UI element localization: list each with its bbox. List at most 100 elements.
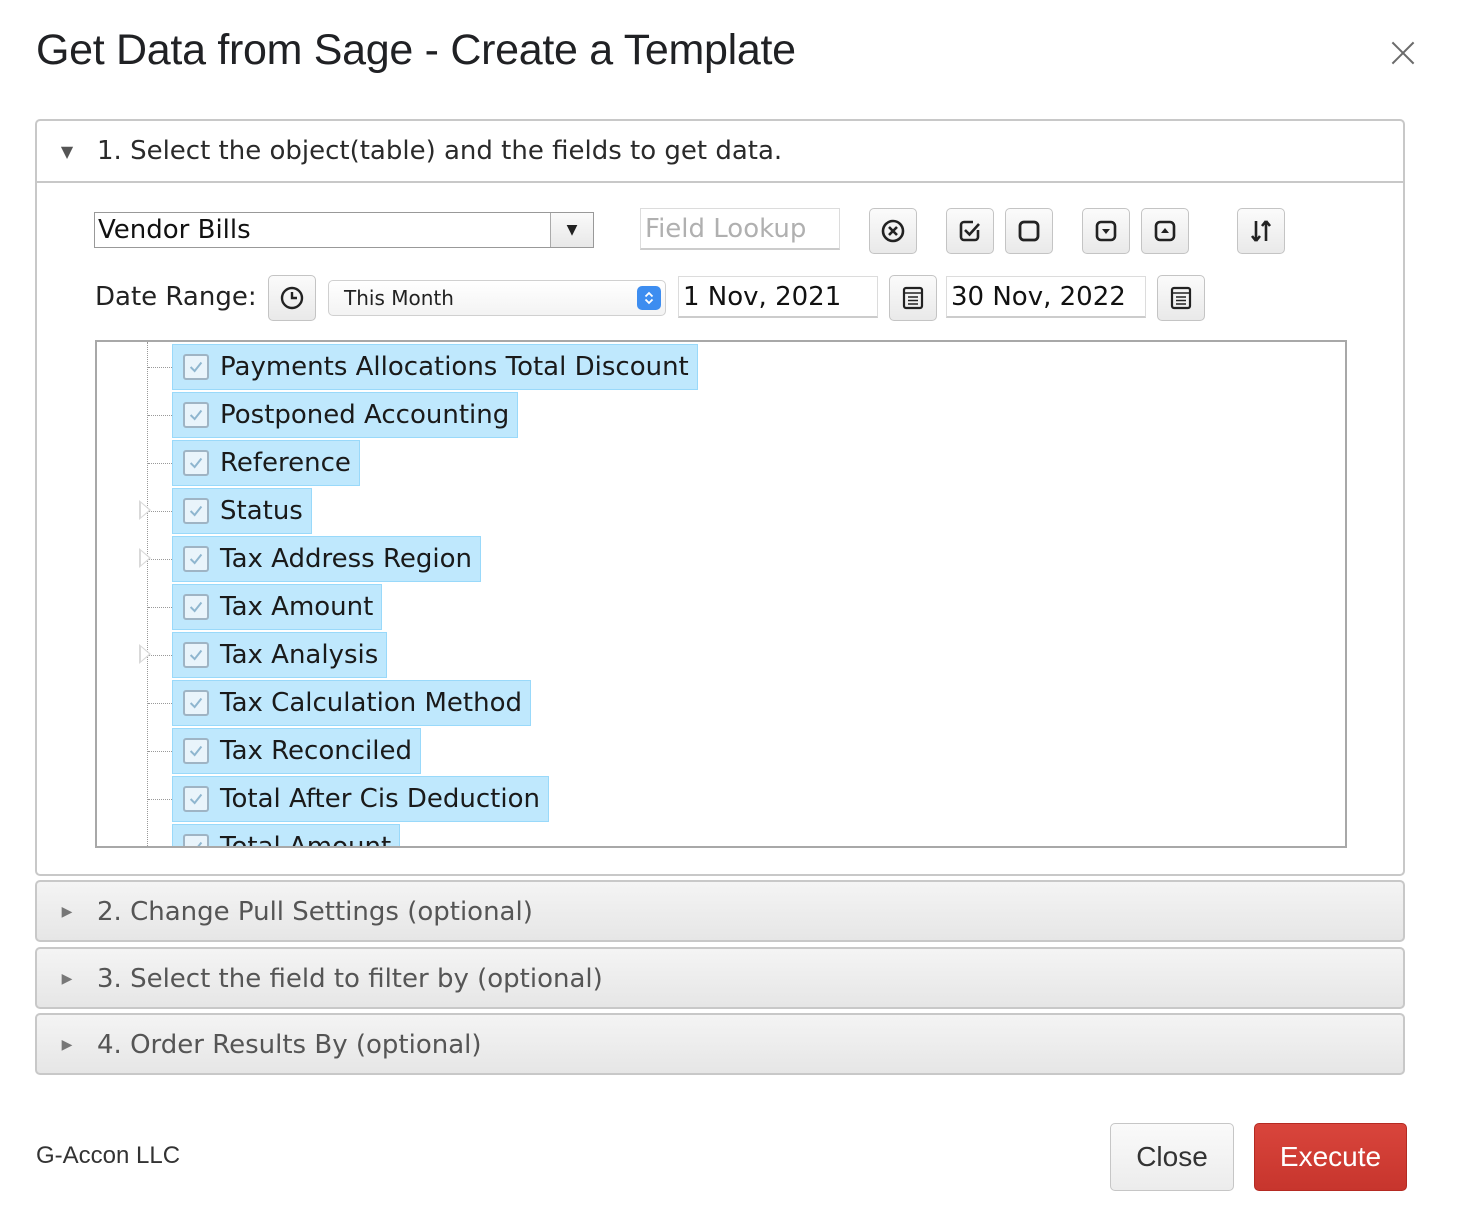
tree-node[interactable]: Total After Cis Deduction <box>97 774 1345 822</box>
checkbox-checked-icon[interactable] <box>183 354 209 380</box>
checkbox-checked-icon[interactable] <box>183 642 209 668</box>
checkbox-checked-icon[interactable] <box>183 786 209 812</box>
tree-connector <box>148 703 172 704</box>
tree-connector <box>148 511 172 512</box>
field-label: Tax Address Region <box>220 544 472 574</box>
select-stepper-icon <box>637 286 661 310</box>
section-4-title: 4. Order Results By (optional) <box>97 1030 482 1060</box>
checkbox-checked-icon[interactable] <box>183 690 209 716</box>
field-item[interactable]: Tax Analysis <box>172 632 388 678</box>
tree-node[interactable]: Status <box>97 486 1345 534</box>
expand-all-button[interactable] <box>1082 208 1130 254</box>
date-from-field[interactable]: 1 Nov, 2021 <box>678 276 878 318</box>
field-item[interactable]: Payments Allocations Total Discount <box>172 344 698 390</box>
close-icon[interactable] <box>1386 36 1420 70</box>
caret-down-icon: ▼ <box>60 141 74 161</box>
field-label: Tax Analysis <box>220 640 379 670</box>
date-to-field[interactable]: 30 Nov, 2022 <box>946 276 1146 318</box>
field-label: Postponed Accounting <box>220 400 510 430</box>
field-label: Tax Amount <box>220 592 374 622</box>
tree-connector <box>148 607 172 608</box>
field-label: Total After Cis Deduction <box>220 784 540 814</box>
object-select[interactable]: Vendor Bills ▼ <box>94 212 594 248</box>
checkbox-checked-icon[interactable] <box>183 834 209 846</box>
clear-icon <box>881 219 905 243</box>
expand-arrow-icon[interactable] <box>139 500 151 520</box>
expand-arrow-icon[interactable] <box>139 548 151 568</box>
field-item[interactable]: Status <box>172 488 312 534</box>
collapse-all-button[interactable] <box>1141 208 1189 254</box>
close-button[interactable]: Close <box>1110 1123 1234 1191</box>
tree-connector <box>148 463 172 464</box>
checkbox-checked-icon[interactable] <box>183 738 209 764</box>
execute-button[interactable]: Execute <box>1254 1123 1407 1191</box>
sort-icon <box>1250 220 1272 242</box>
checkbox-checked-icon[interactable] <box>183 546 209 572</box>
section-1-header[interactable]: ▼ 1. Select the object(table) and the fi… <box>37 121 1403 183</box>
field-item[interactable]: Tax Reconciled <box>172 728 421 774</box>
checkbox-checked-icon[interactable] <box>183 450 209 476</box>
section-1-title: 1. Select the object(table) and the fiel… <box>97 136 783 166</box>
date-preset-button[interactable] <box>268 275 316 321</box>
tree-node[interactable]: Tax Amount <box>97 582 1345 630</box>
check-all-icon <box>959 220 980 242</box>
field-label: Tax Reconciled <box>220 736 412 766</box>
tree-connector <box>148 847 172 848</box>
field-label: Total Amount <box>220 832 392 848</box>
object-select-value: Vendor Bills <box>98 215 251 245</box>
field-label: Status <box>220 496 303 526</box>
uncheck-all-button[interactable] <box>1005 208 1053 254</box>
caret-right-icon: ▶ <box>61 904 73 920</box>
tree-node[interactable]: Tax Analysis <box>97 630 1345 678</box>
section-3-title: 3. Select the field to filter by (option… <box>97 964 603 994</box>
tree-connector <box>148 799 172 800</box>
field-item[interactable]: Reference <box>172 440 360 486</box>
chevron-down-icon[interactable]: ▼ <box>550 213 593 247</box>
checkbox-checked-icon[interactable] <box>183 594 209 620</box>
field-item[interactable]: Tax Address Region <box>172 536 481 582</box>
fields-tree[interactable]: Payments Allocations Total Discount Postp… <box>95 340 1347 848</box>
caret-right-icon: ▶ <box>61 971 73 987</box>
date-from-calendar-button[interactable] <box>889 275 937 321</box>
uncheck-all-icon <box>1018 220 1040 242</box>
tree-connector <box>148 367 172 368</box>
collapse-all-icon <box>1154 220 1176 242</box>
field-label: Payments Allocations Total Discount <box>220 352 689 382</box>
tree-node[interactable]: Postponed Accounting <box>97 390 1345 438</box>
tree-node[interactable]: Tax Address Region <box>97 534 1345 582</box>
tree-connector <box>148 655 172 656</box>
tree-connector <box>148 559 172 560</box>
clock-icon <box>280 286 304 310</box>
tree-node[interactable]: Tax Reconciled <box>97 726 1345 774</box>
company-name: G-Accon LLC <box>36 1142 181 1169</box>
tree-node[interactable]: Payments Allocations Total Discount <box>97 342 1345 390</box>
field-item[interactable]: Tax Amount <box>172 584 383 630</box>
clear-selection-button[interactable] <box>869 208 917 254</box>
field-item[interactable]: Tax Calculation Method <box>172 680 531 726</box>
field-lookup-input[interactable] <box>640 208 840 250</box>
section-order-results[interactable]: ▶ 4. Order Results By (optional) <box>35 1013 1405 1075</box>
date-range-select[interactable]: This Month <box>328 280 666 316</box>
calendar-icon <box>902 286 924 310</box>
date-range-value: This Month <box>344 286 454 310</box>
section-2-title: 2. Change Pull Settings (optional) <box>97 897 533 927</box>
section-pull-settings[interactable]: ▶ 2. Change Pull Settings (optional) <box>35 880 1405 942</box>
caret-right-icon: ▶ <box>61 1037 73 1053</box>
calendar-icon <box>1170 286 1192 310</box>
expand-arrow-icon[interactable] <box>139 644 151 664</box>
field-item[interactable]: Postponed Accounting <box>172 392 519 438</box>
date-range-label: Date Range: <box>95 282 257 312</box>
tree-node[interactable]: Tax Calculation Method <box>97 678 1345 726</box>
section-filter-field[interactable]: ▶ 3. Select the field to filter by (opti… <box>35 947 1405 1009</box>
check-all-button[interactable] <box>946 208 994 254</box>
checkbox-checked-icon[interactable] <box>183 498 209 524</box>
tree-connector <box>148 415 172 416</box>
field-item[interactable]: Total After Cis Deduction <box>172 776 549 822</box>
dialog-title: Get Data from Sage - Create a Template <box>36 26 796 74</box>
tree-node[interactable]: Reference <box>97 438 1345 486</box>
field-item[interactable]: Total Amount <box>172 824 401 848</box>
sort-button[interactable] <box>1237 208 1285 254</box>
date-to-calendar-button[interactable] <box>1157 275 1205 321</box>
tree-node[interactable]: Total Amount <box>97 822 1345 848</box>
checkbox-checked-icon[interactable] <box>183 402 209 428</box>
